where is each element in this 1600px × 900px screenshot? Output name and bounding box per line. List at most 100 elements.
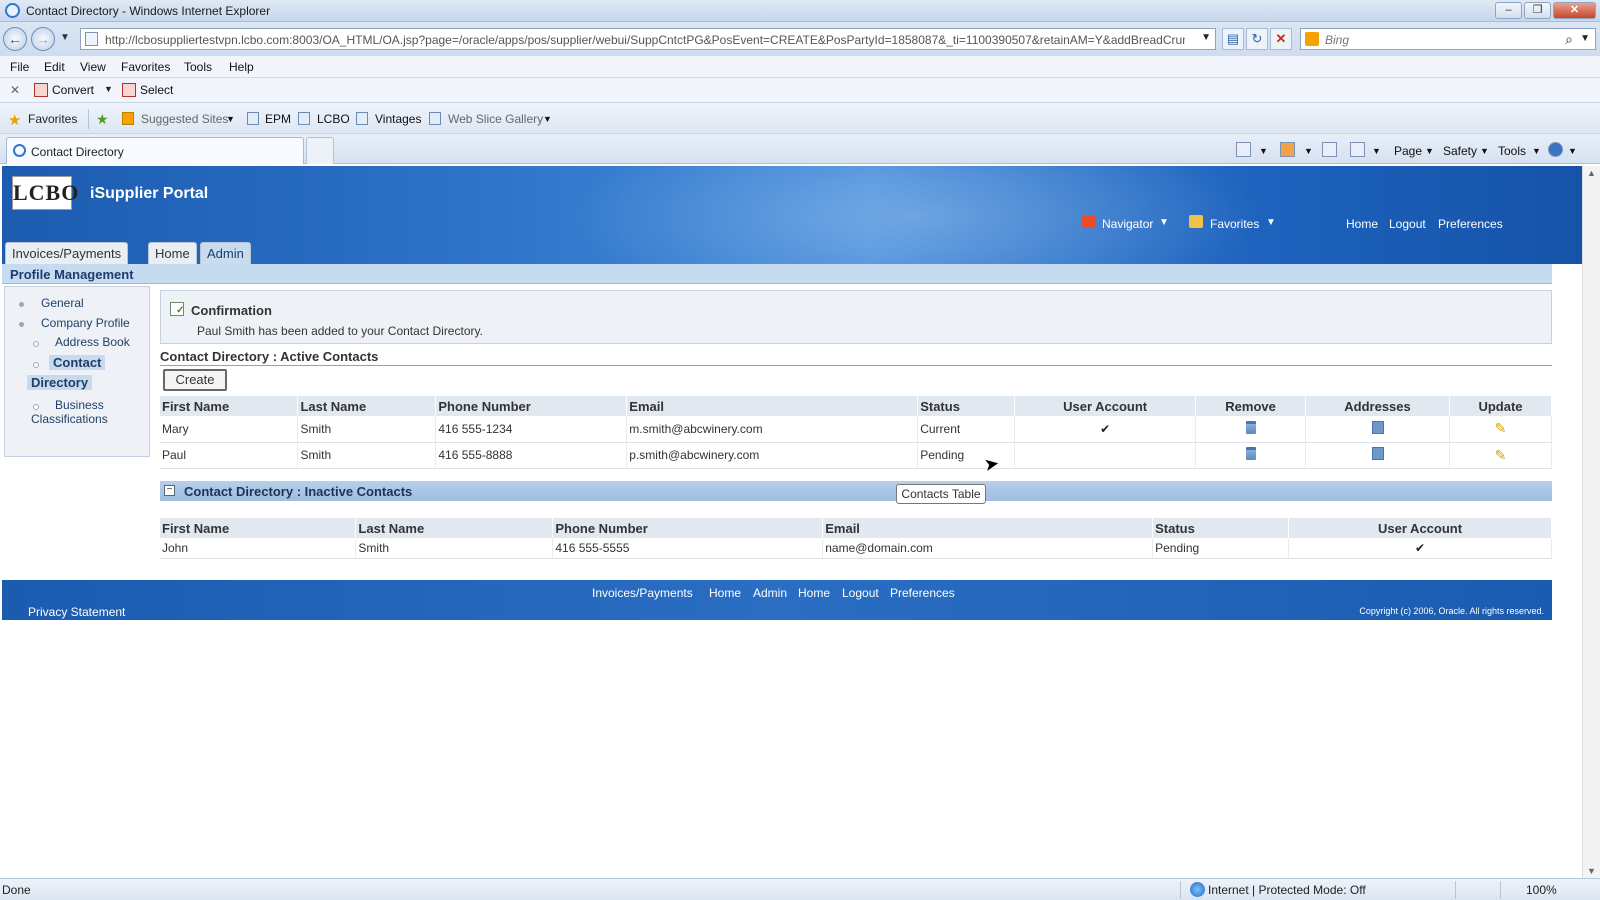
favorites-star-icon[interactable]: ★ bbox=[8, 111, 21, 129]
convert-button[interactable]: Convert bbox=[52, 83, 94, 97]
close-toolbar-icon[interactable]: ✕ bbox=[10, 83, 20, 97]
close-window-button[interactable]: ✕ bbox=[1553, 2, 1596, 19]
safety-dropdown-icon[interactable]: ▼ bbox=[1480, 146, 1489, 156]
page-dropdown-icon[interactable]: ▼ bbox=[1425, 146, 1434, 156]
compatibility-view-icon[interactable]: ▤ bbox=[1222, 28, 1244, 50]
tools-menu[interactable]: Tools bbox=[1498, 144, 1526, 158]
forward-button[interactable]: → bbox=[31, 27, 55, 51]
web-slice-dropdown-icon[interactable]: ▼ bbox=[543, 114, 552, 124]
nav-contact-directory[interactable]: Contact bbox=[49, 355, 106, 370]
footer-link-invoices-payments[interactable]: Invoices/Payments bbox=[592, 586, 693, 600]
nav-address-book[interactable]: Address Book bbox=[55, 335, 130, 349]
menu-help[interactable]: Help bbox=[229, 60, 254, 74]
nav-company-profile[interactable]: Company Profile bbox=[41, 316, 130, 330]
nav-contact-directory-line2[interactable]: Directory bbox=[27, 375, 93, 390]
menu-favorites[interactable]: Favorites bbox=[121, 60, 170, 74]
search-dropdown-icon[interactable]: ▼ bbox=[1580, 33, 1590, 44]
url-dropdown-icon[interactable]: ▼ bbox=[1201, 32, 1211, 43]
url-field[interactable]: http://lcbosuppliertestvpn.lcbo.com:8003… bbox=[80, 28, 1216, 50]
page-menu[interactable]: Page bbox=[1394, 144, 1422, 158]
security-zone-text[interactable]: Internet | Protected Mode: Off bbox=[1208, 883, 1366, 897]
navigator-dropdown-icon[interactable]: ▼ bbox=[1159, 217, 1169, 228]
menu-tools[interactable]: Tools bbox=[184, 60, 212, 74]
safety-menu[interactable]: Safety bbox=[1443, 144, 1477, 158]
convert-dropdown-icon[interactable]: ▼ bbox=[104, 84, 113, 94]
footer-link-home[interactable]: Home bbox=[709, 586, 741, 600]
column-header[interactable]: Phone Number bbox=[552, 518, 824, 538]
fav-link-vintages[interactable]: Vintages bbox=[375, 112, 421, 126]
addresses-icon[interactable] bbox=[1371, 447, 1384, 460]
trash-icon[interactable] bbox=[1245, 420, 1256, 434]
footer-link-preferences[interactable]: Preferences bbox=[890, 586, 955, 600]
suggested-dropdown-icon[interactable]: ▼ bbox=[226, 114, 235, 124]
help-dropdown-icon[interactable]: ▼ bbox=[1568, 146, 1577, 156]
favorites-button[interactable]: Favorites bbox=[28, 112, 77, 126]
search-icon[interactable]: ⌕ bbox=[1565, 31, 1573, 48]
menu-view[interactable]: View bbox=[80, 60, 106, 74]
nav-business-classifications[interactable]: Business bbox=[55, 398, 104, 412]
collapse-toggle-icon[interactable]: − bbox=[164, 485, 175, 496]
fav-link-web-slice-gallery[interactable]: Web Slice Gallery bbox=[448, 112, 543, 126]
mail-icon[interactable] bbox=[1322, 142, 1337, 157]
header-home-link[interactable]: Home bbox=[1346, 217, 1378, 231]
trash-icon[interactable] bbox=[1245, 447, 1256, 460]
new-tab-button[interactable] bbox=[306, 137, 334, 164]
fav-link-lcbo[interactable]: LCBO bbox=[317, 112, 350, 126]
restore-button[interactable]: ❐ bbox=[1524, 2, 1551, 19]
header-logout-link[interactable]: Logout bbox=[1389, 217, 1426, 231]
add-favorite-icon[interactable]: ★ bbox=[96, 111, 109, 128]
print-dropdown-icon[interactable]: ▼ bbox=[1372, 146, 1381, 156]
column-header[interactable]: Last Name bbox=[355, 518, 554, 538]
portal-favorites-link[interactable]: Favorites bbox=[1210, 217, 1259, 231]
subtab-profile-management[interactable]: Profile Management bbox=[10, 267, 134, 282]
fav-link-epm[interactable]: EPM bbox=[265, 112, 291, 126]
tab-admin[interactable]: Admin bbox=[200, 242, 251, 264]
back-button[interactable]: ← bbox=[3, 27, 27, 51]
scroll-down-icon[interactable]: ▼ bbox=[1587, 866, 1596, 876]
fav-link-suggested-sites[interactable]: Suggested Sites bbox=[141, 112, 228, 126]
column-header[interactable]: Phone Number bbox=[435, 396, 628, 416]
select-button[interactable]: Select bbox=[140, 83, 173, 97]
feeds-icon[interactable] bbox=[1280, 142, 1295, 157]
column-header[interactable]: Email bbox=[626, 396, 919, 416]
zoom-level[interactable]: 100% bbox=[1526, 883, 1557, 897]
url-text[interactable]: http://lcbosuppliertestvpn.lcbo.com:8003… bbox=[105, 33, 1185, 47]
column-header[interactable]: Status bbox=[1152, 518, 1290, 538]
search-box[interactable]: Bing ⌕ ▼ bbox=[1300, 28, 1596, 50]
tools-dropdown-icon[interactable]: ▼ bbox=[1532, 146, 1541, 156]
column-header[interactable]: Status bbox=[917, 396, 1016, 416]
header-preferences-link[interactable]: Preferences bbox=[1438, 217, 1503, 231]
column-header[interactable]: Email bbox=[822, 518, 1154, 538]
create-button[interactable]: Create bbox=[163, 369, 227, 391]
minimize-button[interactable]: – bbox=[1495, 2, 1522, 19]
refresh-icon[interactable]: ↻ bbox=[1246, 28, 1268, 50]
tab-invoices-payments[interactable]: Invoices/Payments bbox=[5, 242, 129, 264]
footer-link-logout[interactable]: Logout bbox=[842, 586, 879, 600]
stop-icon[interactable]: ✕ bbox=[1270, 28, 1292, 50]
menu-file[interactable]: File bbox=[10, 60, 29, 74]
navigator-link[interactable]: Navigator bbox=[1102, 217, 1153, 231]
scroll-up-icon[interactable]: ▲ bbox=[1587, 168, 1596, 178]
addresses-icon[interactable] bbox=[1371, 420, 1384, 434]
pencil-icon[interactable]: ✎ bbox=[1495, 420, 1507, 437]
vertical-scrollbar[interactable]: ▲ ▼ bbox=[1582, 166, 1600, 878]
privacy-statement-link[interactable]: Privacy Statement bbox=[28, 605, 125, 619]
nav-business-classifications-line2[interactable]: Classifications bbox=[31, 412, 108, 426]
nav-general[interactable]: General bbox=[41, 296, 84, 310]
tab-home[interactable]: Home bbox=[148, 242, 197, 264]
menu-edit[interactable]: Edit bbox=[44, 60, 65, 74]
history-dropdown-icon[interactable]: ▼ bbox=[60, 32, 70, 43]
pencil-icon[interactable]: ✎ bbox=[1495, 447, 1507, 464]
portal-favorites-dropdown-icon[interactable]: ▼ bbox=[1266, 217, 1276, 228]
help-icon[interactable] bbox=[1548, 142, 1563, 157]
column-header[interactable]: Last Name bbox=[297, 396, 437, 416]
footer-link-admin[interactable]: Admin bbox=[753, 586, 787, 600]
browser-tab-contact-directory[interactable]: Contact Directory bbox=[6, 137, 304, 164]
column-header[interactable]: First Name bbox=[160, 396, 299, 416]
home-dropdown-icon[interactable]: ▼ bbox=[1259, 146, 1268, 156]
column-header[interactable]: First Name bbox=[160, 518, 357, 538]
print-icon[interactable] bbox=[1350, 142, 1365, 157]
feeds-dropdown-icon[interactable]: ▼ bbox=[1304, 146, 1313, 156]
footer-link-home-2[interactable]: Home bbox=[798, 586, 830, 600]
home-icon[interactable] bbox=[1236, 142, 1251, 157]
